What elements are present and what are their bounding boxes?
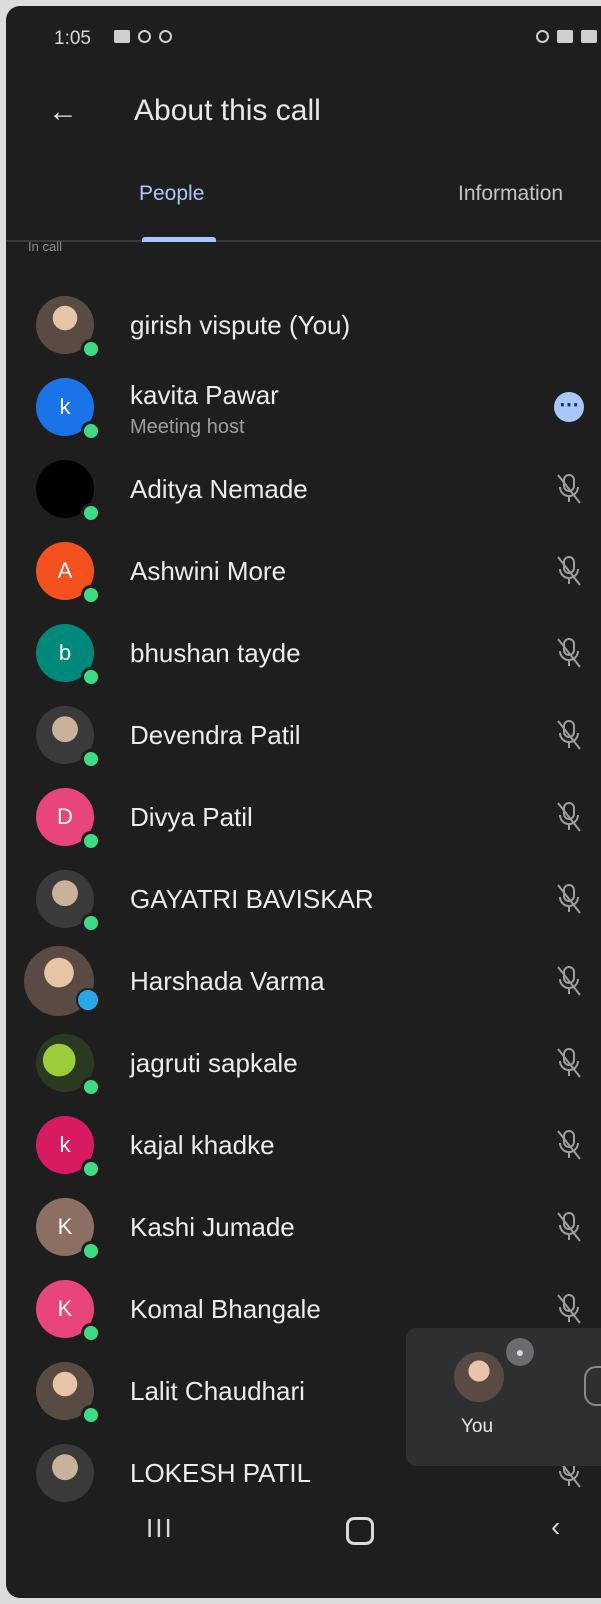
system-nav-bar: III ‹ [6, 1491, 601, 1591]
participant-name: kavita Pawar [130, 380, 279, 410]
participant-name: GAYATRI BAVISKAR [130, 884, 374, 914]
participant-row[interactable]: k kajal khadke [6, 1104, 601, 1186]
arrow-left-icon[interactable]: ← [48, 92, 88, 132]
recent-apps-icon[interactable]: III [146, 1513, 174, 1544]
participant-name: Harshada Varma [130, 966, 325, 996]
status-notification-icons [114, 30, 172, 43]
app-bar: ← About this call [6, 76, 601, 146]
status-bar: 1:05 [54, 28, 601, 58]
participant-row[interactable]: b bhushan tayde [6, 612, 601, 694]
participant-row[interactable]: K Kashi Jumade [6, 1186, 601, 1268]
tab-information[interactable]: Information [458, 182, 563, 206]
participant-name: Ashwini More [130, 556, 287, 586]
self-label: You [461, 1416, 494, 1437]
online-dot [81, 1241, 101, 1261]
online-dot [81, 1323, 101, 1343]
participant-row[interactable]: Aditya Nemade [6, 448, 601, 530]
online-dot [81, 421, 101, 441]
online-dot [81, 913, 101, 933]
home-icon[interactable] [346, 1517, 374, 1545]
online-dot [81, 585, 101, 605]
participant-name: Divya Patil [130, 802, 253, 832]
page-title: About this call [134, 94, 321, 127]
participant-name: kajal khadke [130, 1130, 275, 1160]
participant-row[interactable]: A Ashwini More [6, 530, 601, 612]
more-options-icon[interactable]: ⋯ [554, 392, 584, 422]
tab-people[interactable]: People [139, 182, 204, 206]
participant-row[interactable]: jagruti sapkale [6, 1022, 601, 1104]
section-label: In call [28, 239, 62, 254]
participant-row[interactable]: D Divya Patil [6, 776, 601, 858]
online-dot [81, 831, 101, 851]
mic-off-icon [557, 720, 581, 750]
mic-off-icon [557, 966, 581, 996]
tab-indicator [142, 237, 216, 242]
participant-name: Devendra Patil [130, 720, 301, 750]
online-dot [81, 1159, 101, 1179]
participant-name: Komal Bhangale [130, 1294, 321, 1324]
online-dot [81, 749, 101, 769]
key-icon [536, 30, 549, 43]
online-dot [81, 1077, 101, 1097]
participant-role: Meeting host [130, 416, 245, 438]
telegram-icon [76, 988, 100, 1012]
mic-off-icon [557, 638, 581, 668]
status-system-icons [536, 30, 597, 43]
mic-off-icon [557, 1048, 581, 1078]
mic-off-icon [557, 556, 581, 586]
mic-off-icon [557, 474, 581, 504]
next-tile-edge[interactable] [584, 1366, 601, 1406]
participant-row[interactable]: k kavita Pawar Meeting host ⋯ [6, 366, 601, 448]
participant-row[interactable]: GAYATRI BAVISKAR [6, 858, 601, 940]
back-icon[interactable]: ‹ [551, 1511, 560, 1543]
tab-bar: People Information [6, 166, 601, 242]
mic-off-icon [557, 884, 581, 914]
status-time: 1:05 [54, 28, 91, 49]
self-avatar [454, 1352, 504, 1402]
gallery-icon [114, 30, 130, 43]
participant-row[interactable]: Devendra Patil [6, 694, 601, 776]
mic-off-icon [557, 1130, 581, 1160]
sync-icon [138, 30, 151, 43]
participant-name: Aditya Nemade [130, 474, 308, 504]
participant-name: Kashi Jumade [130, 1212, 295, 1242]
bell-icon [159, 30, 172, 43]
online-dot [81, 1405, 101, 1425]
mic-off-icon [557, 802, 581, 832]
online-dot [81, 667, 101, 687]
participant-name: Lalit Chaudhari [130, 1376, 305, 1406]
mic-off-icon [557, 1294, 581, 1324]
participant-row[interactable]: girish vispute (You) [6, 284, 601, 366]
participant-name: bhushan tayde [130, 638, 301, 668]
participant-name: girish vispute (You) [130, 310, 351, 340]
wifi-icon [581, 30, 597, 43]
mic-off-icon: ● [506, 1338, 534, 1366]
participant-row[interactable]: Harshada Varma [6, 940, 601, 1022]
mic-off-icon [557, 1212, 581, 1242]
self-view-tile[interactable] [406, 1328, 601, 1466]
online-dot [81, 339, 101, 359]
participant-name: jagruti sapkale [130, 1048, 298, 1078]
online-dot [81, 503, 101, 523]
phone-screen: 1:05 ← About this call People Informatio… [6, 6, 601, 1598]
alarm-icon [557, 30, 573, 43]
participant-name: LOKESH PATIL [130, 1458, 312, 1488]
